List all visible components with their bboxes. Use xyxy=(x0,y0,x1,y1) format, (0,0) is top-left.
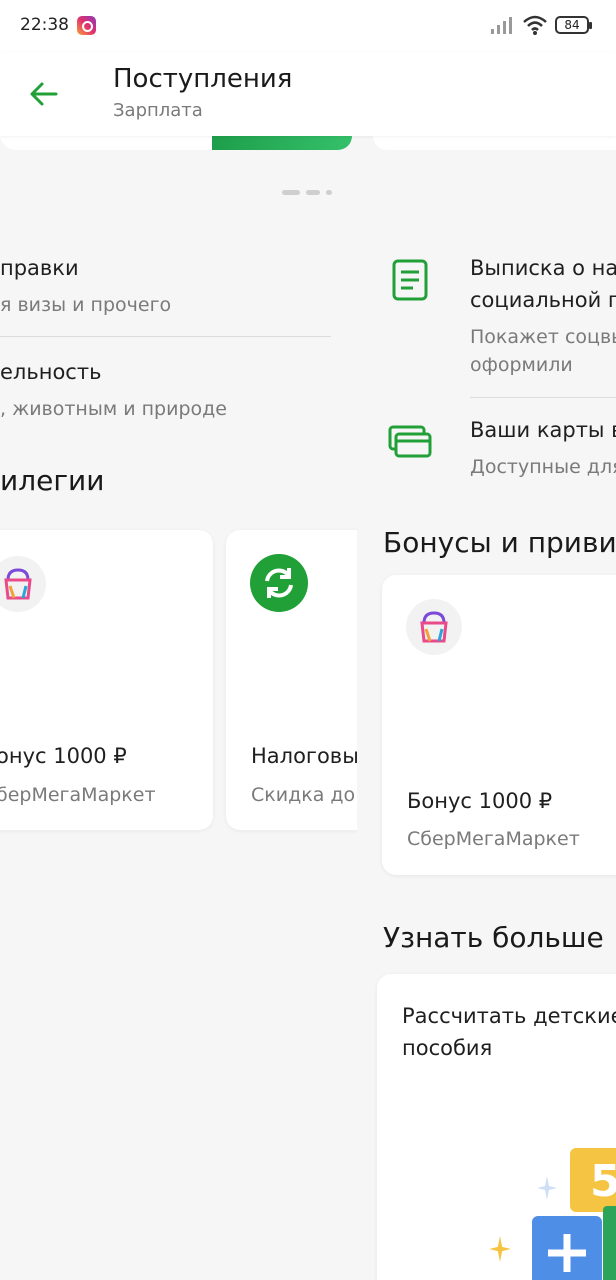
section-title-learn-more: Узнать больше xyxy=(383,921,604,954)
list-item-subtitle-cont: оформили xyxy=(470,354,573,376)
promo-banner-image xyxy=(212,136,352,150)
tile-number: 5 xyxy=(590,1156,616,1207)
card-title: Налоговы xyxy=(251,744,357,768)
card-title: онус 1000 ₽ xyxy=(0,744,127,768)
divider xyxy=(470,397,616,398)
card-title: Бонус 1000 ₽ xyxy=(407,789,553,813)
list-item-title: ельность xyxy=(0,360,102,384)
list-item-title: Ваши карты в xyxy=(470,418,616,442)
card-title-line: пособия xyxy=(402,1036,493,1060)
list-item-subtitle: , животным и природе xyxy=(0,398,227,420)
list-item-subtitle: Доступные для xyxy=(470,456,616,478)
list-item-title: Выписка о на xyxy=(470,256,616,280)
list-item-subtitle: Покажет соцвы xyxy=(470,326,616,348)
list-item-title-cont: социальной п xyxy=(470,288,616,312)
divider xyxy=(0,336,331,337)
card-subtitle: берМегаМаркет xyxy=(0,784,156,806)
sparkle-icon xyxy=(489,1236,511,1262)
status-bar: 22:38 84 xyxy=(0,0,616,52)
bonus-card[interactable]: Бонус 1000 ₽ СберМегаМаркет xyxy=(382,575,616,875)
top-card[interactable] xyxy=(373,136,616,150)
green-tile xyxy=(603,1206,616,1280)
calculator-card[interactable]: Рассчитать детские пособия 5 xyxy=(377,974,616,1280)
section-title-privileges: илегии xyxy=(0,464,105,497)
megamarket-logo-icon xyxy=(0,556,46,612)
signal-icon xyxy=(491,17,512,34)
sparkle-icon xyxy=(537,1176,557,1200)
card-title: Рассчитать детские пособия xyxy=(402,1000,616,1064)
battery-indicator: 84 xyxy=(555,16,592,34)
back-arrow-icon[interactable] xyxy=(26,78,62,110)
refresh-icon xyxy=(250,554,308,612)
instagram-icon xyxy=(77,16,96,35)
card-subtitle: СберМегаМаркет xyxy=(407,828,580,850)
plus-tile-icon xyxy=(532,1216,602,1280)
card-title-line: Рассчитать детские xyxy=(402,1004,616,1028)
right-panel: Выписка о на социальной п Покажет соцвы … xyxy=(357,136,616,1280)
card-subtitle: Скидка до xyxy=(251,784,356,806)
status-time: 22:38 xyxy=(20,15,69,35)
page-subtitle: Зарплата xyxy=(113,100,203,121)
tax-card[interactable]: Налоговы Скидка до xyxy=(226,530,357,830)
list-item-subtitle: я визы и прочего xyxy=(0,294,172,316)
section-title-bonuses: Бонусы и приви xyxy=(383,526,616,559)
document-icon xyxy=(392,259,428,301)
carousel-dot xyxy=(282,190,300,195)
carousel-dot xyxy=(326,190,332,195)
number-tile: 5 xyxy=(570,1148,616,1212)
megamarket-logo-icon xyxy=(406,599,462,655)
carousel-dot xyxy=(306,190,320,195)
cards-icon xyxy=(388,425,432,458)
list-item-title: правки xyxy=(0,256,79,280)
wifi-icon xyxy=(523,15,547,35)
left-panel: правки я визы и прочего ельность , живот… xyxy=(0,136,357,1280)
page-title: Поступления xyxy=(113,64,293,94)
app-header: Поступления Зарплата xyxy=(0,52,616,136)
bonus-card[interactable]: онус 1000 ₽ берМегаМаркет xyxy=(0,530,213,830)
